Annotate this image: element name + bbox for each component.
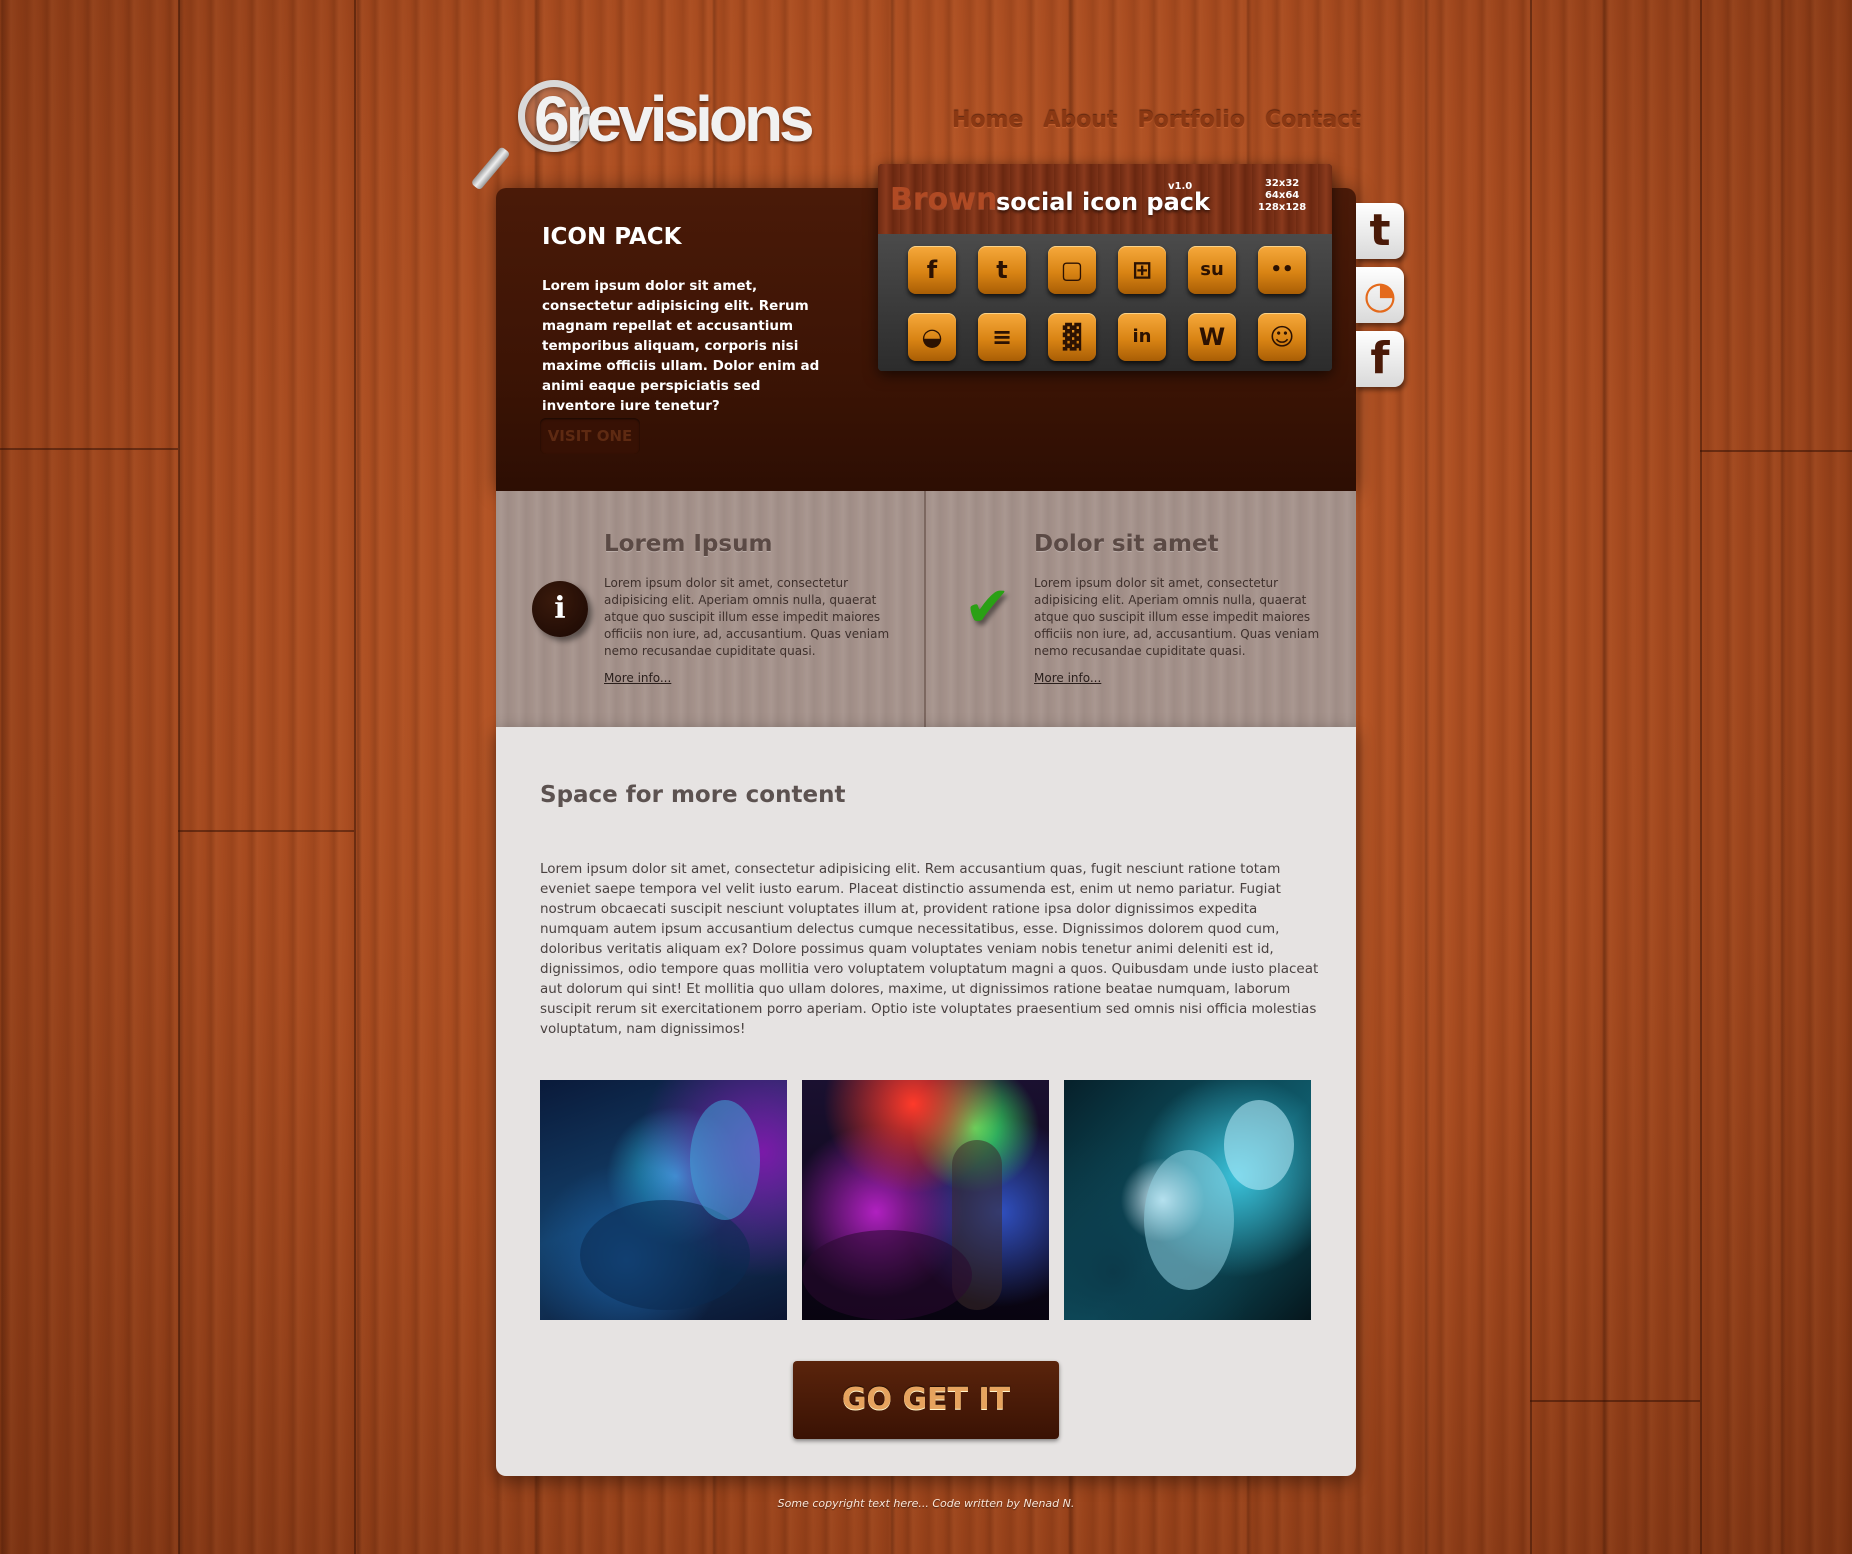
feature-title: Dolor sit amet	[1034, 531, 1219, 557]
info-icon: i	[532, 581, 588, 637]
more-info-link[interactable]: More info...	[1034, 671, 1101, 685]
footer-copyright: Some copyright text here... Code written…	[777, 1497, 1075, 1510]
wood-plank-seam	[178, 0, 180, 1554]
go-get-it-button[interactable]: GO GET IT	[793, 1361, 1059, 1439]
logo-text: 6revisions	[534, 83, 815, 155]
content-section: Space for more content Lorem ipsum dolor…	[496, 727, 1356, 1476]
gallery-image-dj-mixer[interactable]	[540, 1080, 787, 1320]
wood-plank-seam	[1700, 450, 1852, 452]
magnifier-handle	[470, 146, 511, 191]
icon-size: 32x32	[1264, 178, 1300, 189]
photo-detail	[1144, 1150, 1234, 1290]
nav-portfolio[interactable]: Portfolio	[1137, 108, 1245, 133]
blogger-icon[interactable]: ▢	[1048, 246, 1096, 294]
icon-pack-grid: f t ▢ ⊞ su •• ◒ ≡ ▓ in W ☺	[908, 246, 1306, 361]
icon-pack-body: f t ▢ ⊞ su •• ◒ ≡ ▓ in W ☺	[878, 234, 1332, 371]
photo-detail	[690, 1100, 760, 1220]
delicious-icon[interactable]: ◒	[908, 313, 956, 361]
icon-pack-header: Brown social icon pack v1.0 32x32 64x64 …	[878, 164, 1332, 234]
wood-plank-seam	[1530, 0, 1532, 1554]
feature-text: Lorem ipsum dolor sit amet, consectetur …	[1034, 576, 1320, 658]
rss-icon[interactable]: ◔	[1356, 267, 1404, 323]
wood-plank-seam	[354, 0, 356, 1554]
wood-plank-seam	[178, 830, 354, 832]
nav-about[interactable]: About	[1043, 108, 1117, 133]
feature-lorem-ipsum: i Lorem Ipsum Lorem ipsum dolor sit amet…	[496, 491, 924, 727]
gallery-image-concert[interactable]	[802, 1080, 1049, 1320]
visit-one-button[interactable]: VISIT ONE	[540, 418, 640, 454]
icon-pack-title: social icon pack	[996, 188, 1210, 216]
twitter-icon[interactable]: t	[978, 246, 1026, 294]
hero-text: Lorem ipsum dolor sit amet, consectetur …	[542, 278, 820, 414]
wood-plank-seam	[1700, 0, 1702, 1554]
photo-detail	[1224, 1100, 1294, 1190]
icon-pack-banner[interactable]: Brown social icon pack v1.0 32x32 64x64 …	[878, 164, 1332, 371]
flickr-icon[interactable]: ••	[1258, 246, 1306, 294]
icon-pack-brand: Brown	[890, 182, 998, 217]
icon-pack-sizes: 32x32 64x64 128x128	[1258, 178, 1306, 214]
windows-icon[interactable]: ⊞	[1118, 246, 1166, 294]
social-tabs: t ◔ f	[1356, 203, 1404, 387]
page: { "header": { "logo_text": "6revisions",…	[0, 0, 1852, 1554]
content-title: Space for more content	[540, 782, 846, 808]
nav-contact[interactable]: Contact	[1265, 108, 1361, 133]
wood-plank-seam	[1530, 1400, 1700, 1402]
main-nav: Home About Portfolio Contact	[952, 108, 1361, 133]
facebook-icon[interactable]: f	[908, 246, 956, 294]
photo-detail	[802, 1230, 972, 1320]
linkedin-icon[interactable]: in	[1118, 313, 1166, 361]
site-logo[interactable]: 6revisions	[470, 80, 826, 200]
feature-text: Lorem ipsum dolor sit amet, consectetur …	[604, 576, 890, 658]
icon-pack-version: v1.0	[1168, 181, 1193, 192]
stumbleupon-icon[interactable]: su	[1188, 246, 1236, 294]
wood-plank-seam	[0, 448, 178, 450]
hero-title: ICON PACK	[542, 224, 682, 250]
facebook-icon[interactable]: f	[1356, 331, 1404, 387]
feature-title: Lorem Ipsum	[604, 531, 773, 557]
myspace-icon[interactable]: ▓	[1048, 313, 1096, 361]
icon-size: 128x128	[1258, 202, 1307, 213]
feature-dolor-sit-amet: ✔ Dolor sit amet Lorem ipsum dolor sit a…	[926, 491, 1354, 727]
gallery-image-abstract-face[interactable]	[1064, 1080, 1311, 1320]
more-info-link[interactable]: More info...	[604, 671, 671, 685]
wordpress-icon[interactable]: W	[1188, 313, 1236, 361]
features-section: i Lorem Ipsum Lorem ipsum dolor sit amet…	[496, 491, 1356, 727]
reddit-icon[interactable]: ☺	[1258, 313, 1306, 361]
rss-icon[interactable]: ≡	[978, 313, 1026, 361]
nav-home[interactable]: Home	[952, 108, 1023, 133]
twitter-icon[interactable]: t	[1356, 203, 1404, 259]
image-gallery	[540, 1080, 1311, 1320]
checkmark-icon: ✔	[964, 575, 1011, 640]
icon-size: 64x64	[1264, 190, 1300, 201]
content-text: Lorem ipsum dolor sit amet, consectetur …	[540, 861, 1319, 1037]
